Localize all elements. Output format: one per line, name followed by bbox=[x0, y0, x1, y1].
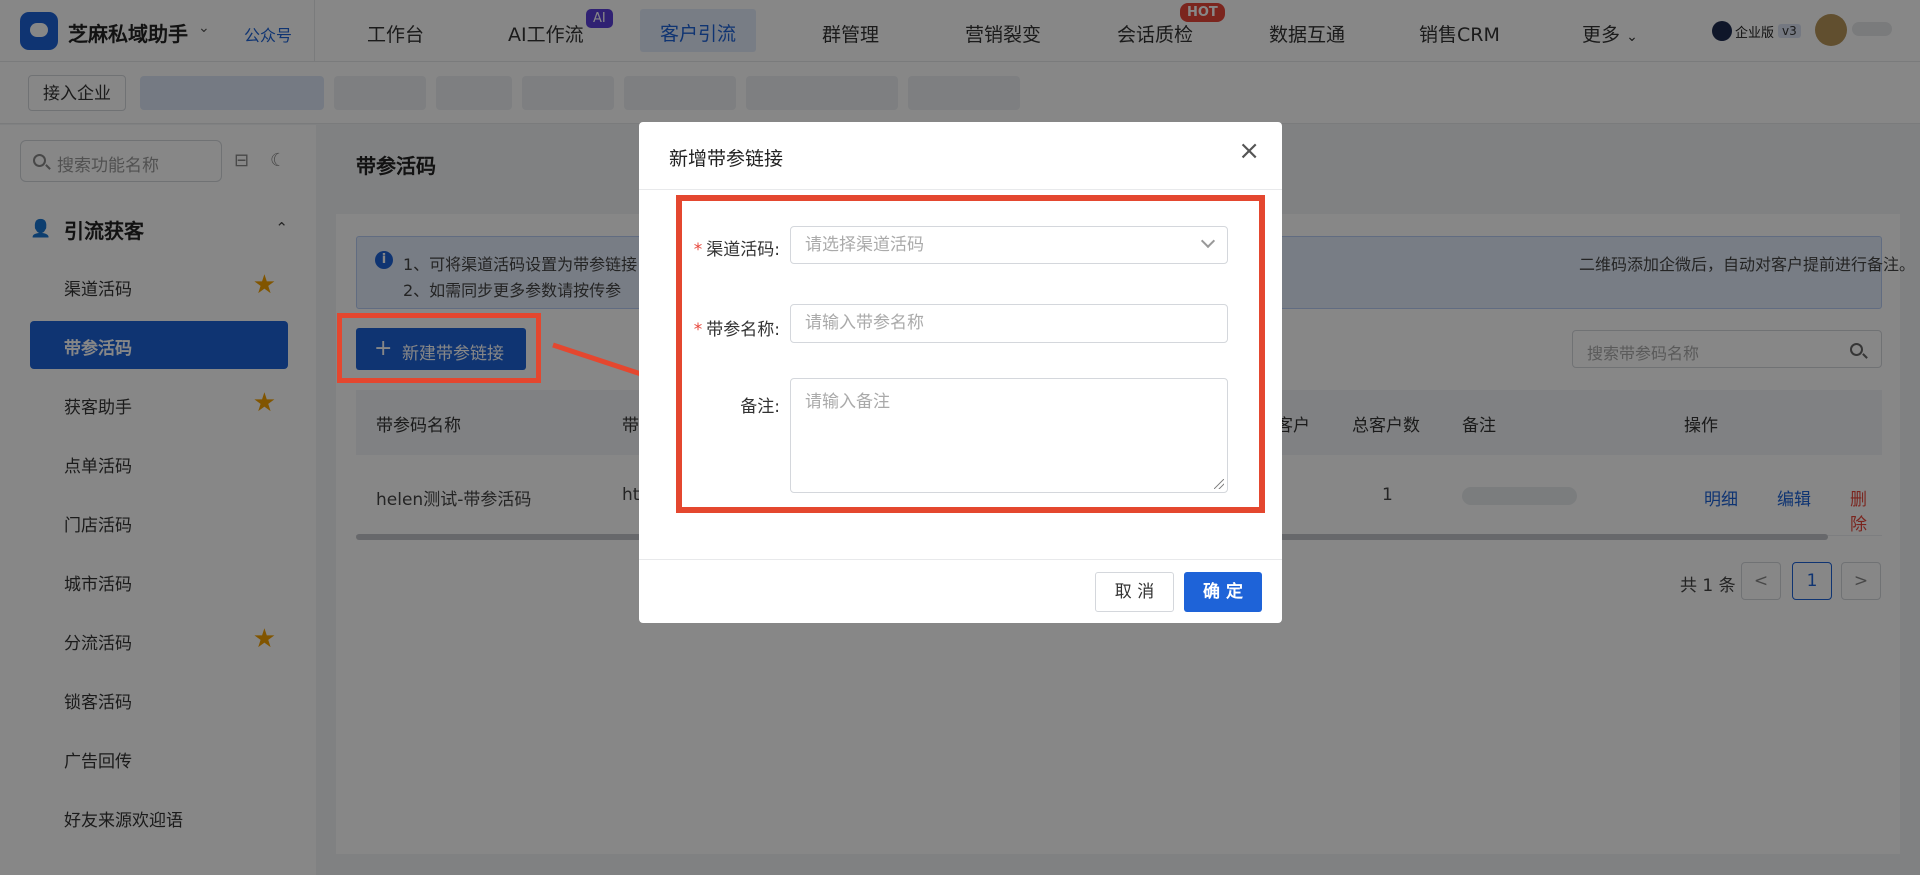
button-highlight-box bbox=[337, 313, 541, 383]
divider bbox=[639, 189, 1282, 190]
channel-code-label-text: 渠道活码: bbox=[706, 240, 780, 260]
param-name-label-text: 带参名称: bbox=[706, 320, 780, 340]
param-name-label: * 带参名称: bbox=[680, 315, 780, 340]
required-mark: * bbox=[693, 240, 703, 260]
param-name-placeholder: 请输入带参名称 bbox=[805, 313, 924, 333]
param-name-input[interactable]: 请输入带参名称 bbox=[790, 304, 1228, 343]
divider bbox=[639, 559, 1282, 560]
channel-code-placeholder: 请选择渠道活码 bbox=[805, 235, 924, 255]
channel-code-select[interactable]: 请选择渠道活码 bbox=[790, 226, 1228, 264]
close-icon[interactable]: × bbox=[1238, 138, 1260, 164]
remark-placeholder: 请输入备注 bbox=[805, 392, 890, 412]
new-param-link-dialog: 新增带参链接 × * 渠道活码: 请选择渠道活码 * 带参名称: 请输入带参名称 备… bbox=[639, 122, 1282, 623]
dialog-title: 新增带参链接 bbox=[669, 148, 784, 170]
cancel-button[interactable]: 取 消 bbox=[1095, 572, 1174, 612]
remark-textarea[interactable]: 请输入备注 bbox=[790, 378, 1228, 493]
resize-handle-icon[interactable] bbox=[1214, 479, 1224, 489]
confirm-button[interactable]: 确 定 bbox=[1184, 572, 1262, 612]
remark-label: 备注: bbox=[740, 397, 780, 417]
chevron-down-icon bbox=[1200, 233, 1216, 249]
required-mark: * bbox=[693, 320, 703, 340]
channel-code-label: * 渠道活码: bbox=[680, 235, 780, 260]
